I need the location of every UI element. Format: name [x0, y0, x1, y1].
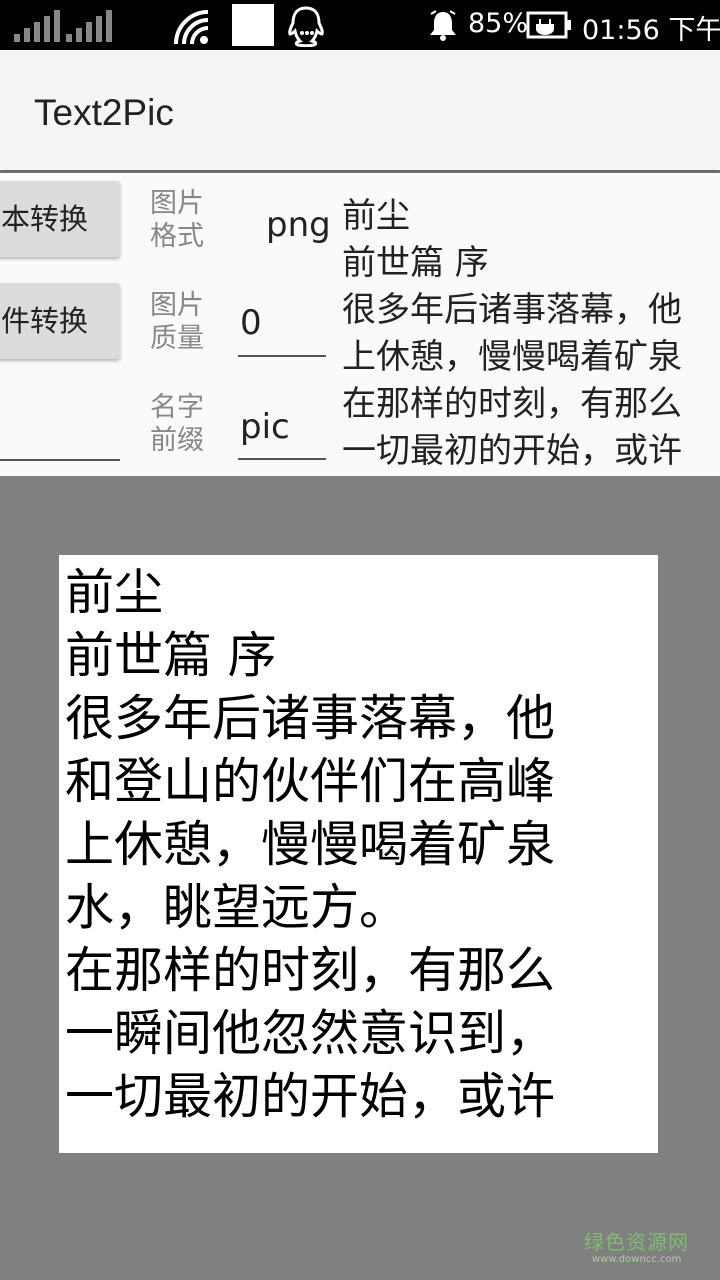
preview-line: 前尘: [342, 196, 410, 236]
result-line: 很多年后诸事落幕，他: [65, 690, 556, 747]
quality-input-underline: [238, 355, 326, 357]
status-bar: 85% 01:56 下午: [0, 0, 720, 50]
text-input-area[interactable]: 前尘 前世篇 序 很多年后诸事落幕，他 上休憩，慢慢喝着矿泉 在那样的时刻，有那…: [342, 193, 720, 476]
signal-icon: [66, 10, 112, 42]
result-line: 和登山的伙伴们在高峰: [65, 753, 556, 810]
result-text: 前尘 前世篇 序 很多年后诸事落幕，他 和登山的伙伴们在高峰 上休憩，慢慢喝着矿…: [65, 561, 655, 1128]
watermark: 绿色资源网: [584, 1230, 689, 1254]
preview-line: 很多年后诸事落幕，他: [342, 290, 682, 330]
watermark-url: www.downcc.com: [592, 1254, 682, 1265]
prefix-label: 名字 前缀: [150, 392, 204, 456]
clock: 01:56 下午: [582, 15, 720, 46]
notification-square-icon: [232, 4, 274, 46]
wifi-icon: [174, 10, 209, 44]
result-line: 一瞬间他忽然意识到，: [65, 1005, 556, 1062]
result-line: 在那样的时刻，有那么: [65, 942, 556, 999]
quality-label: 图片 质量: [150, 290, 204, 354]
preview-line: 一切最初的开始，或许: [342, 431, 682, 471]
qq-icon: [288, 6, 324, 47]
prefix-input-underline: [238, 458, 326, 460]
app-title: Text2Pic: [34, 92, 174, 133]
file-convert-button-label: 件转换: [0, 304, 88, 338]
preview-line: 上休憩，慢慢喝着矿泉: [342, 337, 682, 377]
text-convert-button[interactable]: 本转换: [0, 181, 120, 257]
format-value[interactable]: png: [266, 205, 331, 245]
prefix-input[interactable]: pic: [240, 407, 290, 447]
result-image: 前尘 前世篇 序 很多年后诸事落幕，他 和登山的伙伴们在高峰 上休憩，慢慢喝着矿…: [59, 555, 658, 1153]
quality-input[interactable]: 0: [240, 303, 262, 343]
text-convert-button-label: 本转换: [0, 202, 88, 236]
app-bar: Text2Pic: [0, 50, 720, 170]
format-label: 图片 格式: [150, 188, 204, 252]
result-line: 一切最初的开始，或许: [65, 1068, 556, 1125]
settings-form: 本转换 件转换 图片 格式 png 图片 质量 0 名字 前缀 pic 前尘 前…: [0, 173, 720, 476]
signal-icon: [14, 10, 60, 42]
battery-percentage: 85%: [468, 8, 529, 39]
preview-line: 在那样的时刻，有那么: [342, 384, 682, 424]
result-line: 前尘: [65, 564, 164, 621]
result-line: 上休憩，慢慢喝着矿泉: [65, 816, 556, 873]
preview-line: 前世篇 序: [342, 243, 489, 283]
alarm-bell-icon: [430, 10, 456, 41]
left-input-underline[interactable]: [0, 459, 120, 461]
file-convert-button[interactable]: 件转换: [0, 283, 120, 359]
charging-battery-icon: [526, 11, 571, 39]
result-line: 水，眺望远方。: [65, 879, 409, 936]
result-line: 前世篇 序: [65, 627, 277, 684]
